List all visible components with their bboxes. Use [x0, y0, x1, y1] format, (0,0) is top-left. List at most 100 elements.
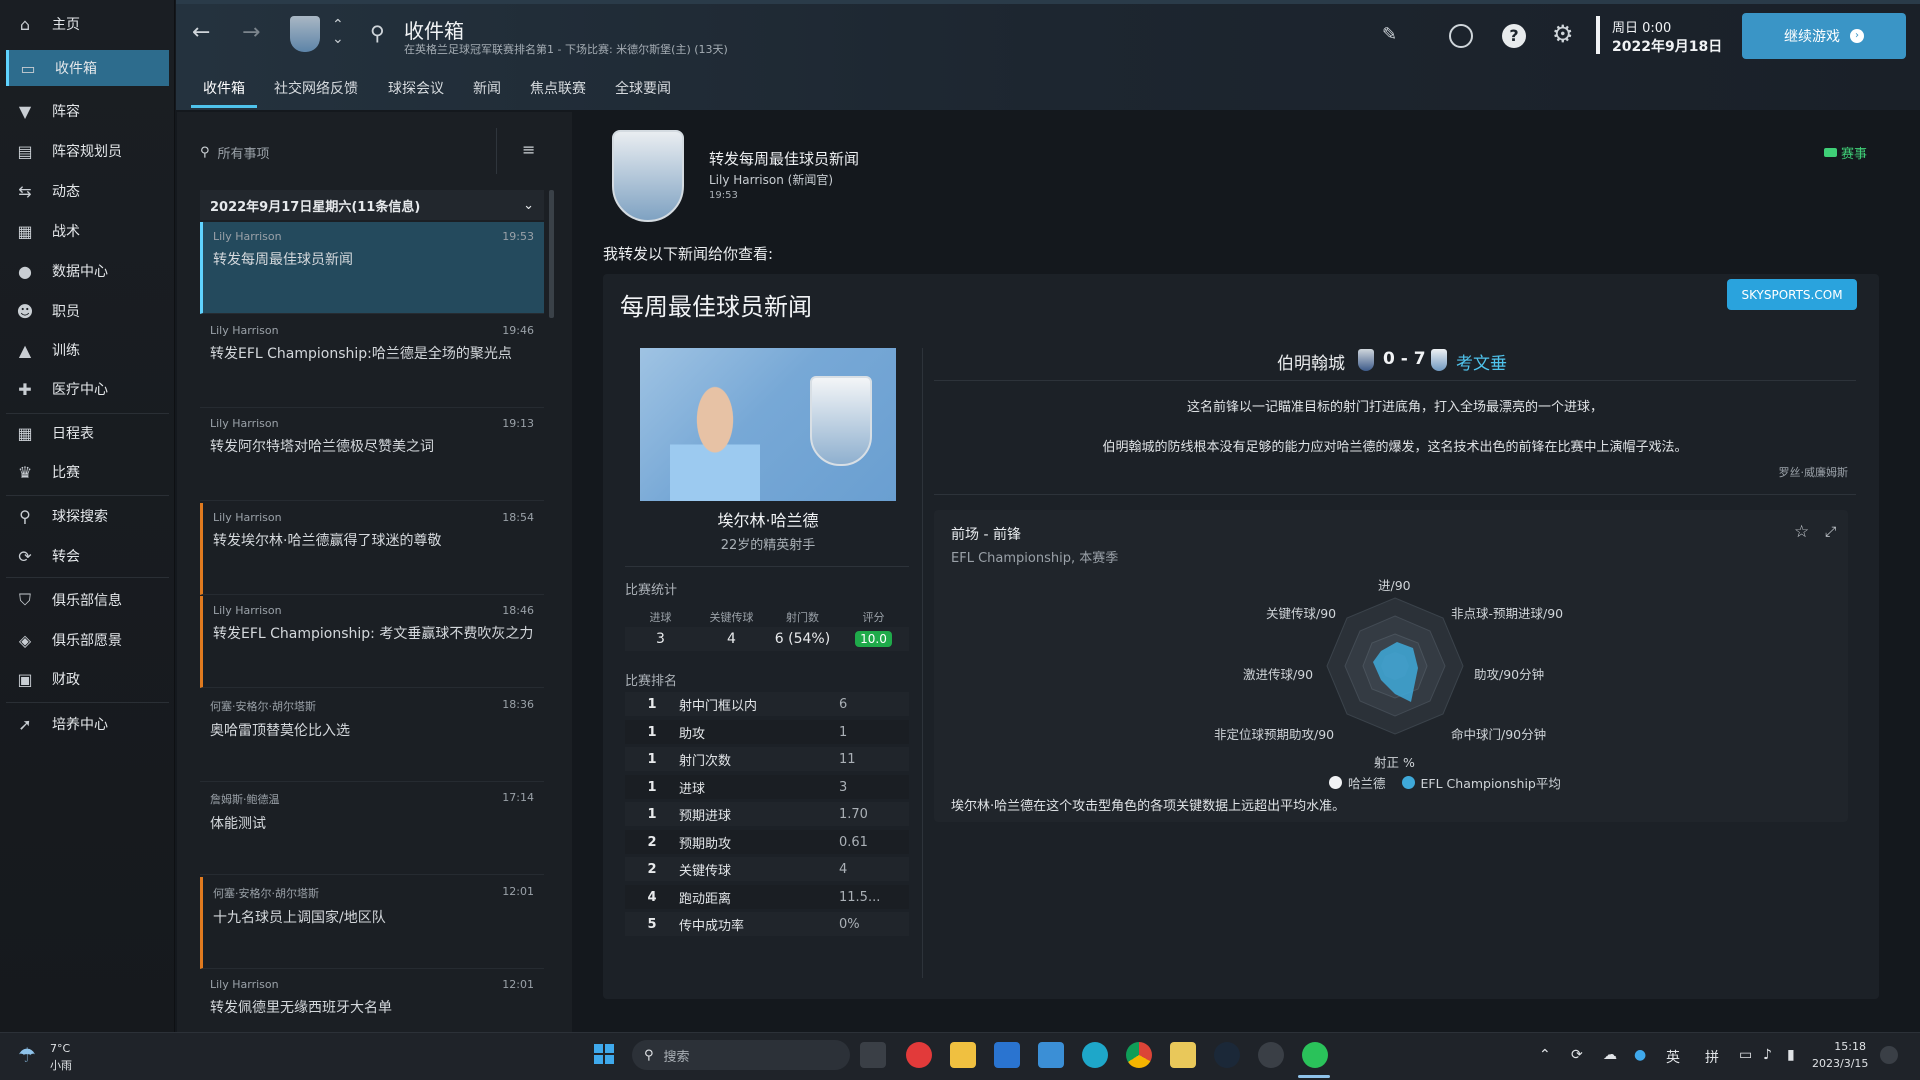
task-view-icon[interactable] [860, 1042, 886, 1068]
tab-social-feed[interactable]: 社交网络反馈 [274, 78, 358, 108]
stats-header: 关键传球 [709, 611, 754, 624]
list-item[interactable]: 詹姆斯·鲍德温 17:14 体能测试 [200, 783, 544, 875]
tray-chevron-up-icon[interactable]: ⌃ [1539, 1047, 1551, 1063]
chrome-icon[interactable] [1126, 1042, 1152, 1068]
mail-icon[interactable] [1038, 1042, 1064, 1068]
tab-news[interactable]: 新闻 [473, 78, 501, 108]
list-item[interactable]: Lily Harrison 19:53 转发每周最佳球员新闻 [200, 222, 544, 314]
home-team-name[interactable]: 伯明翰城 [1277, 349, 1345, 374]
expand-icon[interactable]: ⤢ [1825, 524, 1836, 540]
sidebar-item-squad[interactable]: ▼ 阵容 [6, 93, 169, 129]
search-icon[interactable]: ⚲ [370, 21, 385, 45]
sidebar-item-inbox[interactable]: ▭ 收件箱 [6, 50, 169, 86]
table-row[interactable]: 5 传中成功率 0% [625, 912, 909, 936]
notification-icon[interactable] [1880, 1046, 1898, 1064]
sidebar-item-dynamics[interactable]: ⇆ 动态 [6, 173, 169, 209]
sync-icon[interactable]: ⟳ [1571, 1047, 1583, 1063]
radar-axis-label: 激进传球/90 [1243, 667, 1314, 682]
network-icon[interactable]: ▭ [1739, 1047, 1752, 1063]
edge-icon[interactable] [1082, 1042, 1108, 1068]
sidebar-item-home[interactable]: ⌂ 主页 [6, 6, 169, 42]
sidebar-item-data-hub[interactable]: ● 数据中心 [6, 253, 169, 289]
page-title: 收件箱 [404, 19, 464, 43]
tab-world-news[interactable]: 全球要闻 [615, 78, 671, 108]
sidebar-item-finances[interactable]: ▣ 财政 [6, 661, 169, 697]
table-row[interactable]: 1 助攻 1 [625, 720, 909, 744]
list-item[interactable]: Lily Harrison 19:13 转发阿尔特塔对哈兰德极尽赞美之词 [200, 409, 544, 501]
globe-icon[interactable] [1449, 24, 1473, 48]
search-divider [496, 128, 497, 174]
search-input[interactable]: ⚲ 所有事项 [200, 137, 490, 167]
sidebar-item-tactics[interactable]: ▦ 战术 [6, 213, 169, 249]
sidebar-item-scouting[interactable]: ⚲ 球探搜索 [6, 498, 169, 534]
steam-icon[interactable] [1214, 1042, 1240, 1068]
sidebar-item-schedule[interactable]: ▦ 日程表 [6, 415, 169, 451]
table-row[interactable]: 1 射门次数 11 [625, 747, 909, 771]
sidebar-item-medical[interactable]: ✚ 医疗中心 [6, 371, 169, 407]
current-time: 周日 0:00 [1612, 21, 1672, 36]
tab-focus-leagues[interactable]: 焦点联赛 [530, 78, 586, 108]
list-scrollbar[interactable] [549, 190, 554, 318]
source-button[interactable]: SKYSPORTS.COM [1727, 279, 1857, 310]
cloud-icon[interactable]: ☁ [1603, 1047, 1617, 1063]
ime-language[interactable]: 英 [1666, 1047, 1680, 1067]
sidebar-item-squad-planner[interactable]: ▤ 阵容规划员 [6, 133, 169, 169]
table-row[interactable]: 2 预期助攻 0.61 [625, 830, 909, 854]
sidebar-item-club-info[interactable]: ⛉ 俱乐部信息 [6, 582, 169, 618]
windows-start-icon[interactable] [594, 1044, 614, 1064]
netease-music-icon[interactable] [906, 1042, 932, 1068]
sidebar-item-transfers[interactable]: ⟳ 转会 [6, 538, 169, 574]
weather-description[interactable]: 小雨 [50, 1057, 72, 1073]
weather-temperature[interactable]: 7°C [50, 1042, 70, 1055]
help-icon[interactable]: ? [1502, 24, 1526, 48]
table-row[interactable]: 2 关键传球 4 [625, 857, 909, 881]
sidebar-item-club-vision[interactable]: ◈ 俱乐部愿景 [6, 622, 169, 658]
competition-tag[interactable]: 赛事 [1824, 143, 1867, 162]
ime-mode[interactable]: 拼 [1705, 1047, 1719, 1067]
table-row[interactable]: 1 预期进球 1.70 [625, 802, 909, 826]
football-manager-icon[interactable] [1258, 1042, 1284, 1068]
player-photo[interactable] [640, 348, 896, 501]
battery-icon[interactable]: ▮ [1787, 1047, 1795, 1063]
list-item[interactable]: Lily Harrison 19:46 转发EFL Championship:哈兰德… [200, 316, 544, 408]
file-explorer-icon[interactable] [950, 1042, 976, 1068]
sidebar-item-development[interactable]: ➚ 培养中心 [6, 706, 169, 742]
training-cone-icon: ▲ [18, 340, 32, 360]
match-score[interactable]: 0 - 7 [1383, 349, 1426, 369]
forward-arrow-icon[interactable]: → [242, 20, 260, 45]
wechat-icon[interactable] [1302, 1042, 1328, 1068]
tab-inbox[interactable]: 收件箱 [191, 78, 257, 108]
list-item[interactable]: Lily Harrison 18:46 转发EFL Championship: 考文… [200, 596, 544, 688]
weather-icon[interactable]: ☂ [18, 1043, 36, 1067]
ms-store-icon[interactable] [994, 1042, 1020, 1068]
sidebar-item-staff[interactable]: ☻ 职员 [6, 293, 169, 329]
away-team-name[interactable]: 考文垂 [1456, 349, 1507, 374]
message-group-header[interactable]: 2022年9月17日星期六(11条信息) ⌄ [200, 190, 544, 220]
player-name[interactable]: 埃尔林·哈兰德 [640, 507, 896, 531]
list-item[interactable]: Lily Harrison 12:01 转发佩德里无缘西班牙大名单 [200, 970, 544, 1030]
pencil-icon[interactable]: ✎ [1382, 24, 1397, 45]
clock-date[interactable]: 2023/3/15 [1812, 1057, 1868, 1070]
list-item[interactable]: 何塞·安格尔·胡尔塔斯 18:36 奥哈雷顶替莫伦比入选 [200, 690, 544, 782]
continue-button[interactable]: 继续游戏 › [1742, 13, 1906, 59]
volume-icon[interactable]: ♪ [1763, 1047, 1772, 1063]
table-row[interactable]: 1 进球 3 [625, 775, 909, 799]
back-arrow-icon[interactable]: ← [192, 20, 210, 45]
list-menu-icon[interactable]: ≡ [522, 140, 535, 159]
message-sender[interactable]: Lily Harrison (新闻官) [709, 171, 833, 188]
list-item[interactable]: Lily Harrison 18:54 转发埃尔林·哈兰德赢得了球迷的尊敬 [200, 503, 544, 595]
list-item[interactable]: 何塞·安格尔·胡尔塔斯 12:01 十九名球员上调国家/地区队 [200, 877, 544, 969]
club-crest-icon[interactable] [290, 16, 320, 52]
clock-time[interactable]: 15:18 [1818, 1040, 1866, 1053]
gear-icon[interactable]: ⚙ [1552, 20, 1574, 48]
table-row[interactable]: 4 跑动距离 11.5... [625, 885, 909, 909]
star-icon[interactable]: ☆ [1794, 522, 1809, 542]
club-switch-chevrons-icon[interactable]: ⌃ ⌄ [332, 18, 344, 46]
taskbar-search-input[interactable]: ⚲ 搜索 [632, 1040, 850, 1070]
sidebar-item-training[interactable]: ▲ 训练 [6, 332, 169, 368]
app-tray-icon[interactable]: ● [1634, 1047, 1646, 1063]
table-row[interactable]: 1 射中门框以内 6 [625, 692, 909, 716]
sidebar-item-competitions[interactable]: ♛ 比赛 [6, 454, 169, 490]
tab-scouting-meetings[interactable]: 球探会议 [388, 78, 444, 108]
wps-icon[interactable] [1170, 1042, 1196, 1068]
